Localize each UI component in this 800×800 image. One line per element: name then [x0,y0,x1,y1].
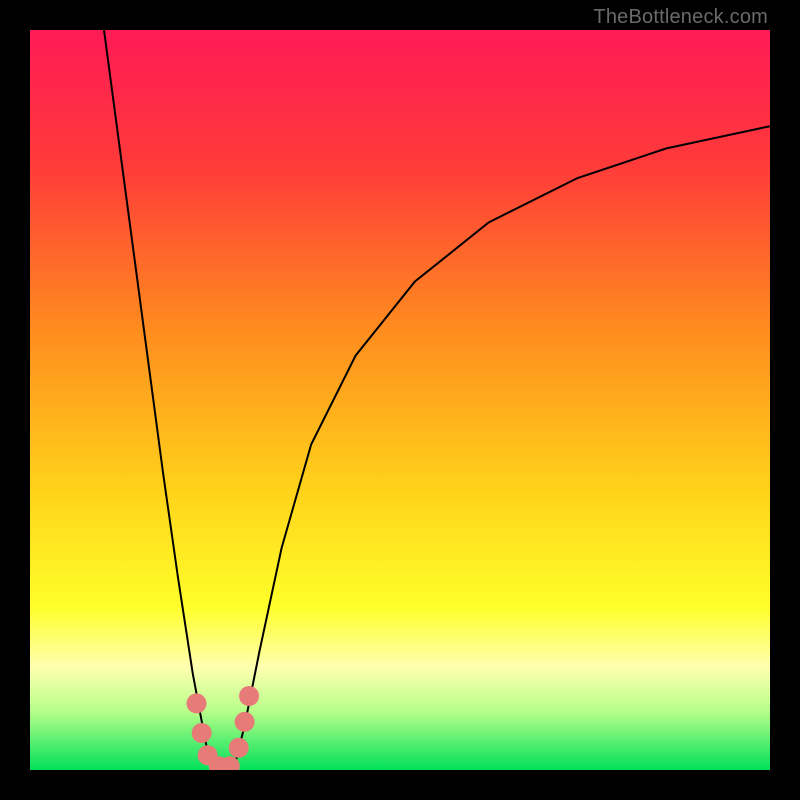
curve-marker [192,723,212,743]
curve-marker [187,693,207,713]
chart-svg [30,30,770,770]
chart-plot-area [30,30,770,770]
curve-marker [235,712,255,732]
curve-marker [229,738,249,758]
watermark-text: TheBottleneck.com [593,6,768,29]
curve-marker [239,686,259,706]
gradient-background [30,30,770,770]
